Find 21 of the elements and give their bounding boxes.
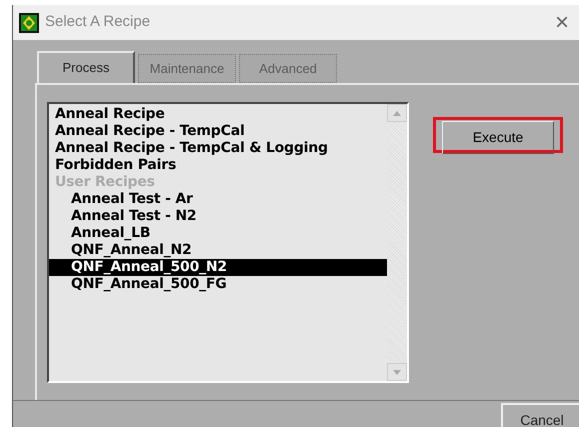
scroll-up-icon[interactable] bbox=[393, 110, 401, 116]
execute-button[interactable]: Execute bbox=[433, 117, 563, 153]
list-item[interactable]: Anneal Test - N2 bbox=[49, 208, 387, 225]
recipe-list[interactable]: Anneal Recipe Anneal Recipe - TempCal Anneal Recipe - TempCal & Logging Forbidden Pairs User Recipes Anneal Test - Ar Anneal Test - N2 Anneal_LB QNF_Anneal_N2 QNF_Anneal_500_N2 QNF_Anneal_500_FG bbox=[47, 102, 409, 383]
scroll-down-icon[interactable] bbox=[393, 370, 401, 374]
list-item[interactable]: QNF_Anneal_500_FG bbox=[49, 276, 387, 293]
tab[interactable]: Process bbox=[37, 51, 135, 83]
scrollbar[interactable] bbox=[387, 104, 407, 381]
app-icon bbox=[19, 12, 39, 32]
window-title: Select A Recipe bbox=[45, 12, 152, 32]
list-item[interactable]: Anneal Test - Ar bbox=[49, 191, 387, 208]
list-item[interactable]: QNF_Anneal_N2 bbox=[49, 242, 387, 259]
list-item[interactable]: Anneal_LB bbox=[49, 225, 387, 242]
list-item[interactable]: Anneal Recipe - TempCal & Logging bbox=[49, 140, 387, 157]
list-item[interactable]: Anneal Recipe - TempCal bbox=[49, 123, 387, 140]
close-button[interactable]: × bbox=[550, 10, 573, 34]
list-item[interactable]: Forbidden Pairs bbox=[49, 157, 387, 174]
cancel-button[interactable]: Cancel bbox=[501, 403, 579, 427]
group-header: User Recipes bbox=[54, 174, 156, 191]
list-item[interactable]: QNF_Anneal_500_N2 bbox=[49, 259, 387, 276]
list-item[interactable]: Anneal Recipe bbox=[49, 106, 387, 123]
